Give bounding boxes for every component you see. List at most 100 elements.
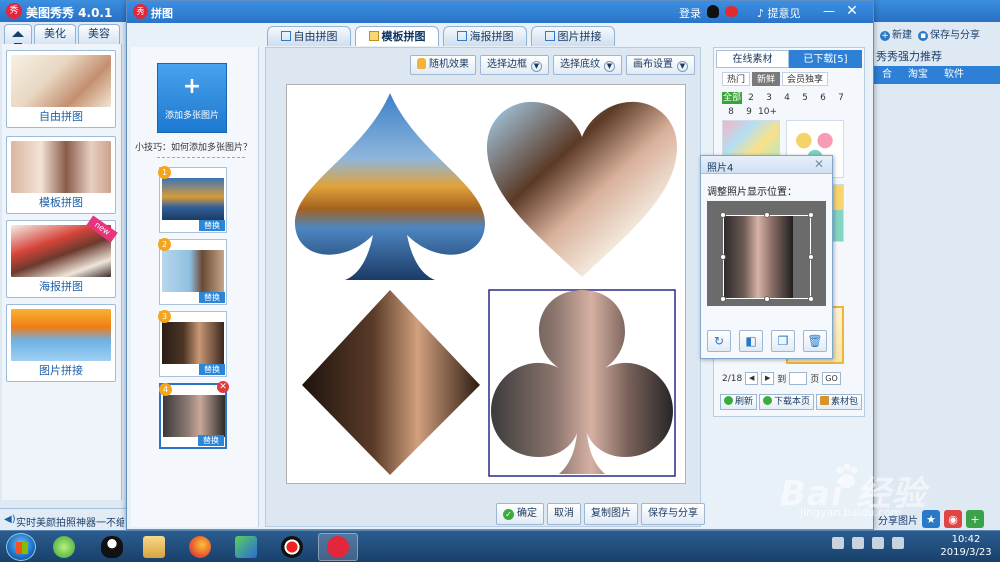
photo-thumbnail-2[interactable]: 2 替换: [158, 238, 227, 305]
close-button[interactable]: ✕: [843, 3, 861, 21]
crop-frame[interactable]: [720, 212, 814, 302]
copy-icon[interactable]: ❐: [771, 330, 795, 352]
page-link[interactable]: 3: [760, 92, 778, 104]
save-share-dialog-button[interactable]: 保存与分享: [641, 503, 705, 525]
page-link[interactable]: 6: [814, 92, 832, 104]
recommend-tab-taobao[interactable]: 淘宝: [900, 66, 936, 84]
resize-handle[interactable]: [808, 212, 814, 218]
copy-image-button[interactable]: 复制图片: [584, 503, 638, 525]
mode-template-collage[interactable]: 模板拼图: [6, 136, 116, 214]
page-number-input[interactable]: [789, 372, 808, 385]
canvas-settings-dropdown[interactable]: 画布设置 ▼: [626, 55, 695, 75]
spade-photo-slot[interactable]: [294, 93, 486, 280]
resize-handle[interactable]: [808, 254, 814, 260]
page-all[interactable]: 全部: [722, 92, 742, 104]
tab-beauty[interactable]: 美容: [78, 24, 120, 44]
page-link[interactable]: 5: [796, 92, 814, 104]
feedback-link[interactable]: ♪ 提意见: [757, 5, 801, 21]
taskbar-firefox[interactable]: [180, 533, 220, 561]
cancel-button[interactable]: 取消: [547, 503, 581, 525]
keyboard-icon[interactable]: [832, 537, 844, 549]
login-link[interactable]: 登录: [679, 5, 701, 21]
select-texture-dropdown[interactable]: 选择底纹 ▼: [553, 55, 622, 75]
diamond-photo-slot[interactable]: [302, 290, 480, 475]
tab-home[interactable]: [4, 24, 32, 48]
recommend-tab-combo[interactable]: 合: [874, 66, 900, 84]
minimize-button[interactable]: —: [821, 4, 837, 20]
taskbar-qq[interactable]: [92, 533, 132, 561]
random-effect-button[interactable]: 随机效果: [410, 55, 476, 75]
replace-button[interactable]: 替换: [199, 292, 225, 303]
tab-poster-collage[interactable]: 海报拼图: [443, 26, 527, 46]
download-page-button[interactable]: 下载本页: [759, 394, 815, 410]
start-button[interactable]: [6, 533, 36, 561]
mode-splice[interactable]: 图片拼接: [6, 304, 116, 382]
flag-icon[interactable]: [852, 537, 864, 549]
status-text[interactable]: 实时美颜拍照神器一不缩图: [16, 514, 124, 529]
resize-handle[interactable]: [720, 254, 726, 260]
replace-button[interactable]: 替换: [199, 364, 225, 375]
tab-online-material[interactable]: 在线素材: [716, 50, 789, 68]
taskbar-recorder[interactable]: [272, 533, 312, 561]
rotate-icon[interactable]: ↻: [707, 330, 731, 352]
taskbar-clock[interactable]: 10:42 2019/3/23: [938, 533, 994, 559]
meitu-app-icon: [327, 536, 349, 558]
resize-handle[interactable]: [808, 296, 814, 302]
tip-link[interactable]: 小技巧：如何添加多张图片？: [135, 140, 252, 153]
page-link[interactable]: 7: [832, 92, 850, 104]
tab-downloaded[interactable]: 已下载[5]: [789, 50, 862, 68]
select-border-dropdown[interactable]: 选择边框 ▼: [480, 55, 549, 75]
go-button[interactable]: GO: [822, 372, 841, 385]
resize-handle[interactable]: [720, 212, 726, 218]
heart-photo-slot[interactable]: [487, 101, 677, 277]
tab-image-splice[interactable]: 图片拼接: [531, 26, 615, 46]
popup-close-icon[interactable]: ✕: [812, 158, 826, 172]
delete-photo-icon[interactable]: ✕: [217, 381, 229, 393]
resize-handle[interactable]: [764, 212, 770, 218]
collage-canvas[interactable]: [286, 84, 686, 484]
refresh-button[interactable]: 刷新: [720, 394, 758, 410]
page-link[interactable]: 8: [722, 106, 740, 118]
page-link[interactable]: 4: [778, 92, 796, 104]
weibo-login-icon[interactable]: [725, 6, 738, 17]
prev-page-button[interactable]: ◀: [745, 372, 759, 385]
replace-button[interactable]: 替换: [199, 220, 225, 231]
taskbar-media[interactable]: [226, 533, 266, 561]
volume-icon[interactable]: [892, 537, 904, 549]
resize-handle[interactable]: [720, 296, 726, 302]
material-pack-button[interactable]: 素材包: [816, 394, 863, 410]
photo-position-preview[interactable]: [707, 201, 826, 306]
photo-thumbnail-4[interactable]: 4 ✕ 替换: [159, 381, 229, 449]
club-photo-slot[interactable]: [491, 290, 673, 474]
confirm-button[interactable]: ✓ 确定: [496, 503, 544, 525]
taskbar-browser-green[interactable]: [44, 533, 84, 561]
flip-icon[interactable]: ◧: [739, 330, 763, 352]
network-icon[interactable]: [872, 537, 884, 549]
add-images-button[interactable]: + 添加多张图片: [157, 63, 227, 133]
taskbar-explorer[interactable]: [134, 533, 174, 561]
photo-thumbnail-1[interactable]: 1 替换: [158, 166, 227, 233]
photo-image: [162, 322, 224, 364]
new-button[interactable]: + 新建: [880, 26, 912, 41]
resize-handle[interactable]: [764, 296, 770, 302]
filter-fresh[interactable]: 新鲜: [752, 72, 781, 86]
page-link[interactable]: 10+: [758, 106, 777, 118]
mode-free-collage[interactable]: 自由拼图: [6, 50, 116, 128]
qq-icon[interactable]: [707, 5, 719, 18]
mode-poster-label: 海报拼图: [39, 280, 83, 293]
save-share-button[interactable]: ▪ 保存与分享: [918, 26, 980, 41]
photo-thumbnail-3[interactable]: 3 替换: [158, 310, 227, 377]
page-link[interactable]: 9: [740, 106, 758, 118]
taskbar-meitu[interactable]: [318, 533, 358, 561]
replace-button[interactable]: 替换: [198, 435, 224, 446]
trash-icon[interactable]: 🗑: [803, 330, 827, 352]
tab-beautify[interactable]: 美化: [34, 24, 76, 44]
tab-template-collage[interactable]: 模板拼图: [355, 26, 439, 46]
filter-hot[interactable]: 热门: [722, 72, 751, 86]
mode-poster-collage[interactable]: new 海报拼图: [6, 215, 118, 298]
filter-vip[interactable]: 会员独享: [782, 72, 829, 86]
tab-free-collage[interactable]: 自由拼图: [267, 26, 351, 46]
next-page-button[interactable]: ▶: [761, 372, 775, 385]
recommend-tab-software[interactable]: 软件: [936, 66, 972, 84]
page-link[interactable]: 2: [742, 92, 760, 104]
